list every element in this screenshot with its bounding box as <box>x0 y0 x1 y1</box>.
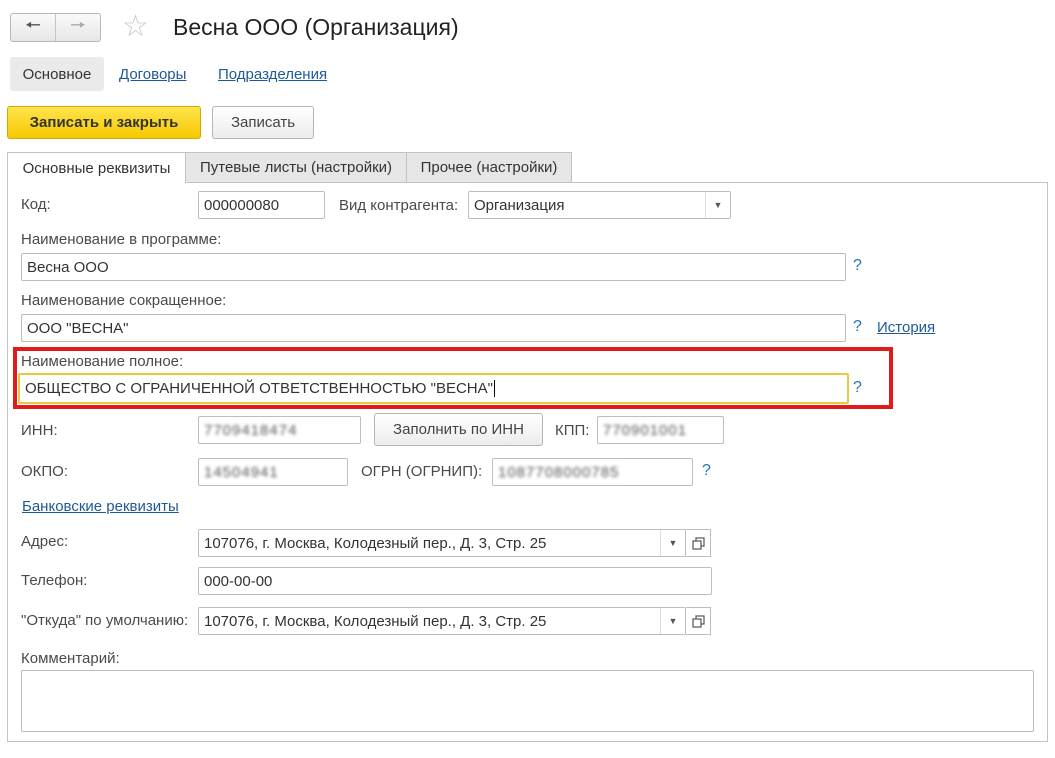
kind-value: Организация <box>474 196 565 214</box>
help-icon[interactable]: ? <box>853 379 862 397</box>
kpp-label: КПП: <box>555 422 590 439</box>
from-default-value: 107076, г. Москва, Колодезный пер., Д. 3… <box>204 612 547 630</box>
from-default-label: "Откуда" по умолчанию: <box>21 612 189 629</box>
help-icon[interactable]: ? <box>853 318 862 336</box>
open-address-button[interactable] <box>686 529 711 557</box>
open-window-icon <box>691 614 705 628</box>
arrow-left-icon: 🠔 <box>25 14 41 35</box>
phone-label: Телефон: <box>21 572 88 589</box>
open-from-button[interactable] <box>686 607 711 635</box>
kind-label: Вид контрагента: <box>339 197 459 214</box>
inn-label: ИНН: <box>21 422 58 439</box>
tab-other[interactable]: Прочее (настройки) <box>406 152 572 182</box>
ogrn-value: 1087708000785 <box>498 463 620 481</box>
comment-label: Комментарий: <box>21 650 120 667</box>
kpp-value: 770901001 <box>603 421 688 439</box>
arrow-right-icon: 🠖 <box>70 14 86 35</box>
ogrn-field[interactable]: 1087708000785 <box>492 458 693 486</box>
chevron-down-icon[interactable]: ▼ <box>705 192 730 218</box>
tab-waybills[interactable]: Путевые листы (настройки) <box>185 152 407 182</box>
chevron-down-icon[interactable]: ▼ <box>660 530 685 556</box>
window-title: Весна ООО (Организация) <box>173 14 459 40</box>
address-value: 107076, г. Москва, Колодезный пер., Д. 3… <box>204 534 547 552</box>
tab-main-details[interactable]: Основные реквизиты <box>7 152 186 183</box>
name-short-field[interactable]: ООО "ВЕСНА" <box>21 314 846 342</box>
open-window-icon <box>691 536 705 550</box>
help-icon[interactable]: ? <box>853 257 862 275</box>
help-icon[interactable]: ? <box>702 462 711 480</box>
address-field[interactable]: 107076, г. Москва, Колодезный пер., Д. 3… <box>198 529 686 557</box>
okpo-value: 14504941 <box>204 463 279 481</box>
okpo-label: ОКПО: <box>21 463 69 480</box>
chevron-down-icon[interactable]: ▼ <box>660 608 685 634</box>
ogrn-label: ОГРН (ОГРНИП): <box>361 463 483 480</box>
from-default-field[interactable]: 107076, г. Москва, Колодезный пер., Д. 3… <box>198 607 686 635</box>
back-button[interactable]: 🠔 <box>11 14 55 41</box>
fill-by-inn-button[interactable]: Заполнить по ИНН <box>374 413 543 446</box>
name-program-label: Наименование в программе: <box>21 231 222 248</box>
name-full-label: Наименование полное: <box>21 353 184 370</box>
kpp-field[interactable]: 770901001 <box>597 416 724 444</box>
inn-field[interactable]: 7709418474 <box>198 416 361 444</box>
code-label: Код: <box>21 196 51 213</box>
nav-main[interactable]: Основное <box>10 57 104 91</box>
address-label: Адрес: <box>21 533 69 550</box>
phone-field[interactable]: 000-00-00 <box>198 567 712 595</box>
history-link[interactable]: История <box>877 319 935 336</box>
okpo-field[interactable]: 14504941 <box>198 458 348 486</box>
navigation-buttons: 🠔 🠖 <box>10 13 101 42</box>
inn-value: 7709418474 <box>204 421 298 439</box>
text-cursor <box>493 380 495 397</box>
name-full-value: ОБЩЕСТВО С ОГРАНИЧЕННОЙ ОТВЕТСТВЕННОСТЬЮ… <box>25 380 493 397</box>
star-icon[interactable]: ☆ <box>122 12 149 42</box>
kind-select[interactable]: Организация ▼ <box>468 191 731 219</box>
code-field[interactable]: 000000080 <box>198 191 325 219</box>
save-and-close-button[interactable]: Записать и закрыть <box>7 106 201 139</box>
bank-details-link[interactable]: Банковские реквизиты <box>22 498 179 515</box>
name-full-field[interactable]: ОБЩЕСТВО С ОГРАНИЧЕННОЙ ОТВЕТСТВЕННОСТЬЮ… <box>18 373 849 404</box>
save-button[interactable]: Записать <box>212 106 314 139</box>
name-short-label: Наименование сокращенное: <box>21 292 227 309</box>
nav-contracts[interactable]: Договоры <box>119 66 186 83</box>
nav-departments[interactable]: Подразделения <box>218 66 327 83</box>
name-program-field[interactable]: Весна ООО <box>21 253 846 281</box>
comment-field[interactable] <box>21 670 1034 732</box>
forward-button[interactable]: 🠖 <box>55 14 100 41</box>
